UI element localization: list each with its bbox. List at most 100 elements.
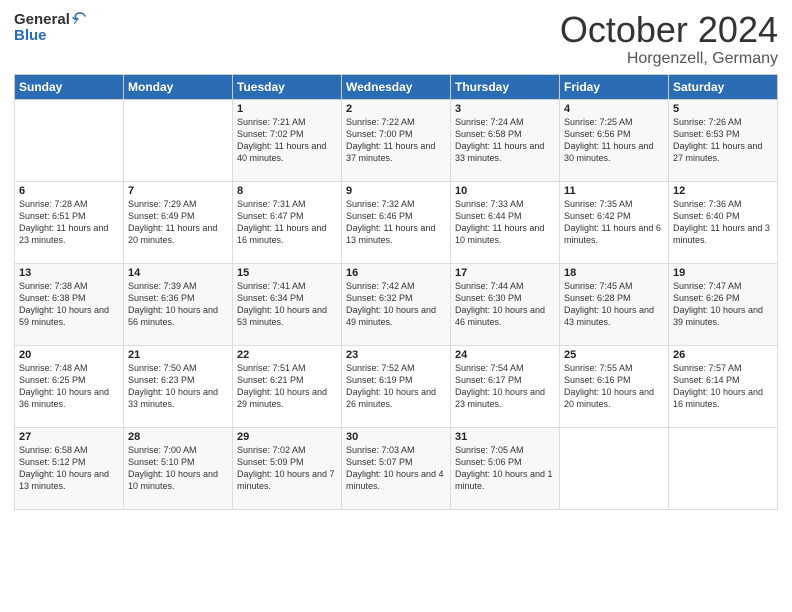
logo-blue: Blue — [14, 28, 88, 43]
sunrise-text: Sunrise: 7:21 AM — [237, 117, 306, 127]
title-block: October 2024 Horgenzell, Germany — [560, 10, 778, 68]
week-row-3: 20 Sunrise: 7:48 AM Sunset: 6:25 PM Dayl… — [15, 345, 778, 427]
daylight-text: Daylight: 10 hours and 36 minutes. — [19, 387, 109, 409]
daylight-text: Daylight: 11 hours and 40 minutes. — [237, 141, 326, 163]
day-number: 18 — [564, 267, 664, 279]
sunrise-text: Sunrise: 7:41 AM — [237, 281, 306, 291]
sunset-text: Sunset: 6:28 PM — [564, 293, 631, 303]
day-info: Sunrise: 7:57 AM Sunset: 6:14 PM Dayligh… — [673, 362, 773, 411]
sunset-text: Sunset: 6:21 PM — [237, 375, 304, 385]
day-cell-1-2: 8 Sunrise: 7:31 AM Sunset: 6:47 PM Dayli… — [233, 181, 342, 263]
daylight-text: Daylight: 10 hours and 33 minutes. — [128, 387, 218, 409]
sunrise-text: Sunrise: 7:02 AM — [237, 445, 306, 455]
daylight-text: Daylight: 10 hours and 16 minutes. — [673, 387, 763, 409]
logo: General Blue — [14, 10, 88, 43]
week-row-0: 1 Sunrise: 7:21 AM Sunset: 7:02 PM Dayli… — [15, 99, 778, 181]
daylight-text: Daylight: 11 hours and 10 minutes. — [455, 223, 544, 245]
sunset-text: Sunset: 5:12 PM — [19, 457, 86, 467]
day-info: Sunrise: 7:32 AM Sunset: 6:46 PM Dayligh… — [346, 198, 446, 247]
sunset-text: Sunset: 6:32 PM — [346, 293, 413, 303]
day-number: 5 — [673, 103, 773, 115]
day-info: Sunrise: 7:26 AM Sunset: 6:53 PM Dayligh… — [673, 116, 773, 165]
daylight-text: Daylight: 10 hours and 49 minutes. — [346, 305, 436, 327]
sunset-text: Sunset: 5:10 PM — [128, 457, 195, 467]
day-cell-0-5: 4 Sunrise: 7:25 AM Sunset: 6:56 PM Dayli… — [560, 99, 669, 181]
day-number: 15 — [237, 267, 337, 279]
day-number: 6 — [19, 185, 119, 197]
day-number: 13 — [19, 267, 119, 279]
daylight-text: Daylight: 11 hours and 20 minutes. — [128, 223, 217, 245]
day-number: 28 — [128, 431, 228, 443]
day-cell-2-5: 18 Sunrise: 7:45 AM Sunset: 6:28 PM Dayl… — [560, 263, 669, 345]
day-number: 21 — [128, 349, 228, 361]
location-title: Horgenzell, Germany — [560, 50, 778, 68]
day-cell-0-3: 2 Sunrise: 7:22 AM Sunset: 7:00 PM Dayli… — [342, 99, 451, 181]
day-info: Sunrise: 7:47 AM Sunset: 6:26 PM Dayligh… — [673, 280, 773, 329]
weekday-header-row: Sunday Monday Tuesday Wednesday Thursday… — [15, 74, 778, 99]
day-number: 20 — [19, 349, 119, 361]
sunrise-text: Sunrise: 7:45 AM — [564, 281, 633, 291]
day-cell-1-4: 10 Sunrise: 7:33 AM Sunset: 6:44 PM Dayl… — [451, 181, 560, 263]
daylight-text: Daylight: 10 hours and 46 minutes. — [455, 305, 545, 327]
week-row-1: 6 Sunrise: 7:28 AM Sunset: 6:51 PM Dayli… — [15, 181, 778, 263]
day-info: Sunrise: 7:36 AM Sunset: 6:40 PM Dayligh… — [673, 198, 773, 247]
sunset-text: Sunset: 6:40 PM — [673, 211, 740, 221]
day-info: Sunrise: 7:02 AM Sunset: 5:09 PM Dayligh… — [237, 444, 337, 493]
daylight-text: Daylight: 11 hours and 16 minutes. — [237, 223, 326, 245]
logo-general: General — [14, 12, 70, 27]
day-cell-4-6 — [669, 427, 778, 509]
day-info: Sunrise: 7:33 AM Sunset: 6:44 PM Dayligh… — [455, 198, 555, 247]
sunset-text: Sunset: 6:38 PM — [19, 293, 86, 303]
day-info: Sunrise: 7:24 AM Sunset: 6:58 PM Dayligh… — [455, 116, 555, 165]
day-number: 31 — [455, 431, 555, 443]
sunset-text: Sunset: 6:34 PM — [237, 293, 304, 303]
sunrise-text: Sunrise: 7:03 AM — [346, 445, 415, 455]
daylight-text: Daylight: 10 hours and 20 minutes. — [564, 387, 654, 409]
day-cell-2-4: 17 Sunrise: 7:44 AM Sunset: 6:30 PM Dayl… — [451, 263, 560, 345]
day-number: 17 — [455, 267, 555, 279]
daylight-text: Daylight: 11 hours and 33 minutes. — [455, 141, 544, 163]
day-number: 14 — [128, 267, 228, 279]
sunrise-text: Sunrise: 7:55 AM — [564, 363, 633, 373]
day-info: Sunrise: 7:51 AM Sunset: 6:21 PM Dayligh… — [237, 362, 337, 411]
sunrise-text: Sunrise: 7:44 AM — [455, 281, 524, 291]
day-info: Sunrise: 7:31 AM Sunset: 6:47 PM Dayligh… — [237, 198, 337, 247]
day-cell-0-2: 1 Sunrise: 7:21 AM Sunset: 7:02 PM Dayli… — [233, 99, 342, 181]
sunset-text: Sunset: 5:06 PM — [455, 457, 522, 467]
day-cell-1-0: 6 Sunrise: 7:28 AM Sunset: 6:51 PM Dayli… — [15, 181, 124, 263]
daylight-text: Daylight: 10 hours and 39 minutes. — [673, 305, 763, 327]
day-cell-2-2: 15 Sunrise: 7:41 AM Sunset: 6:34 PM Dayl… — [233, 263, 342, 345]
day-info: Sunrise: 7:41 AM Sunset: 6:34 PM Dayligh… — [237, 280, 337, 329]
day-number: 24 — [455, 349, 555, 361]
day-cell-0-1 — [124, 99, 233, 181]
day-info: Sunrise: 7:00 AM Sunset: 5:10 PM Dayligh… — [128, 444, 228, 493]
sunset-text: Sunset: 6:44 PM — [455, 211, 522, 221]
sunset-text: Sunset: 7:02 PM — [237, 129, 304, 139]
sunset-text: Sunset: 5:07 PM — [346, 457, 413, 467]
day-info: Sunrise: 7:29 AM Sunset: 6:49 PM Dayligh… — [128, 198, 228, 247]
sunset-text: Sunset: 6:56 PM — [564, 129, 631, 139]
daylight-text: Daylight: 11 hours and 37 minutes. — [346, 141, 435, 163]
daylight-text: Daylight: 10 hours and 59 minutes. — [19, 305, 109, 327]
day-number: 3 — [455, 103, 555, 115]
day-cell-4-0: 27 Sunrise: 6:58 AM Sunset: 5:12 PM Dayl… — [15, 427, 124, 509]
sunrise-text: Sunrise: 7:28 AM — [19, 199, 88, 209]
day-cell-1-6: 12 Sunrise: 7:36 AM Sunset: 6:40 PM Dayl… — [669, 181, 778, 263]
day-info: Sunrise: 7:03 AM Sunset: 5:07 PM Dayligh… — [346, 444, 446, 493]
header-friday: Friday — [560, 74, 669, 99]
day-number: 9 — [346, 185, 446, 197]
day-number: 23 — [346, 349, 446, 361]
sunset-text: Sunset: 6:58 PM — [455, 129, 522, 139]
day-number: 12 — [673, 185, 773, 197]
day-cell-0-6: 5 Sunrise: 7:26 AM Sunset: 6:53 PM Dayli… — [669, 99, 778, 181]
sunset-text: Sunset: 6:14 PM — [673, 375, 740, 385]
daylight-text: Daylight: 11 hours and 30 minutes. — [564, 141, 653, 163]
sunrise-text: Sunrise: 7:05 AM — [455, 445, 524, 455]
day-info: Sunrise: 7:38 AM Sunset: 6:38 PM Dayligh… — [19, 280, 119, 329]
daylight-text: Daylight: 11 hours and 3 minutes. — [673, 223, 770, 245]
sunset-text: Sunset: 6:49 PM — [128, 211, 195, 221]
sunrise-text: Sunrise: 7:26 AM — [673, 117, 742, 127]
sunrise-text: Sunrise: 7:31 AM — [237, 199, 306, 209]
sunrise-text: Sunrise: 7:38 AM — [19, 281, 88, 291]
daylight-text: Daylight: 10 hours and 7 minutes. — [237, 469, 335, 491]
